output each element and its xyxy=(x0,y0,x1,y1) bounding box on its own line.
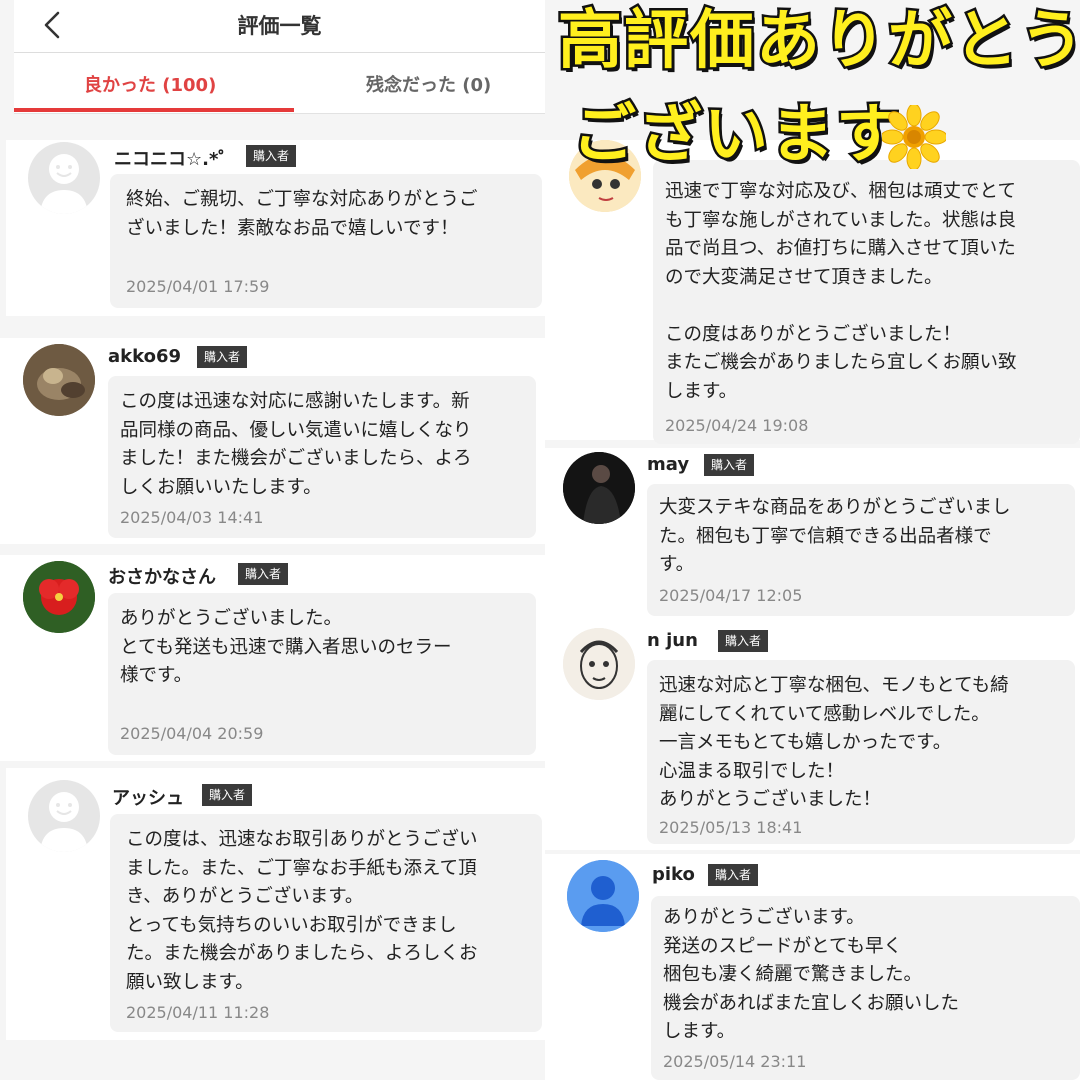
review-date: 2025/04/03 14:41 xyxy=(120,508,264,527)
review-text: 大変ステキな商品をありがとうございまし た。梱包も丁寧で信頼できる出品者様で す… xyxy=(659,497,1011,575)
buyer-badge: 購入者 xyxy=(197,346,248,368)
tab-good[interactable]: 良かった (100) xyxy=(84,71,216,97)
reviewer-name[interactable]: アッシュ xyxy=(112,784,184,810)
default-avatar-icon xyxy=(28,780,100,852)
reviewer-name[interactable]: piko xyxy=(652,864,695,885)
sketch-face-avatar xyxy=(563,628,635,700)
review-text: この度は迅速な対応に感謝いたします。新 品同様の商品、優しい気遣いに嬉しくなり … xyxy=(120,391,472,498)
review-item: piko 購入者 ありがとうございます。 発送のスピードがとても早く 梱包も凄く… xyxy=(545,854,1080,1080)
page-title: 評価一覧 xyxy=(237,14,322,38)
review-text: 終始、ご親切、ご丁寧な対応ありがとうご ざいました！素敵なお品で嬉しいです！ xyxy=(126,189,478,239)
review-date: 2025/04/24 19:08 xyxy=(665,416,809,435)
review-date: 2025/04/11 11:28 xyxy=(126,1003,270,1022)
review-bubble: 終始、ご親切、ご丁寧な対応ありがとうご ざいました！素敵なお品で嬉しいです！ 2… xyxy=(110,174,542,308)
reviewer-name[interactable]: おさかなさん xyxy=(108,563,216,589)
review-bubble: この度は、迅速なお取引ありがとうござい ました。また、ご丁寧なお手紙も添えて頂 … xyxy=(110,814,542,1032)
review-item: ニコニコ☆.*゜ 購入者 終始、ご親切、ご丁寧な対応ありがとうご ざいました！素… xyxy=(6,140,545,316)
review-bubble: ありがとうございます。 発送のスピードがとても早く 梱包も凄く綺麗で驚きました。… xyxy=(651,896,1080,1080)
review-item: アッシュ 購入者 この度は、迅速なお取引ありがとうござい ました。また、ご丁寧な… xyxy=(6,768,545,1040)
review-bubble: この度は迅速な対応に感謝いたします。新 品同様の商品、優しい気遣いに嬉しくなり … xyxy=(108,376,536,538)
review-date: 2025/04/17 12:05 xyxy=(659,586,803,605)
buyer-badge: 購入者 xyxy=(246,145,297,167)
reviewer-name[interactable]: may xyxy=(647,454,689,475)
buyer-badge: 購入者 xyxy=(202,784,253,806)
buyer-badge: 購入者 xyxy=(238,563,289,585)
review-item: n jun 購入者 迅速な対応と丁寧な梱包、モノもとても綺 麗にしてくれていて感… xyxy=(545,624,1080,850)
review-bubble: 迅速な対応と丁寧な梱包、モノもとても綺 麗にしてくれていて感動レベルでした。 一… xyxy=(647,660,1075,844)
review-item: おさかなさん 購入者 ありがとうございました。 とても発送も迅速で購入者思いのセ… xyxy=(0,555,545,761)
review-item: 迅速で丁寧な対応及び、梱包は頑丈でとて も丁寧な施しがされていました。状態は良 … xyxy=(545,140,1080,444)
sunflower-emoji-icon xyxy=(880,103,948,171)
thank-you-banner-line2: ございます xyxy=(570,98,903,173)
review-text: ありがとうございます。 発送のスピードがとても早く 梱包も凄く綺麗で驚きました。… xyxy=(663,907,960,1042)
tab-bad[interactable]: 残念だった (0) xyxy=(366,71,491,97)
review-date: 2025/04/04 20:59 xyxy=(120,724,264,743)
review-text: この度は、迅速なお取引ありがとうござい ました。また、ご丁寧なお手紙も添えて頂 … xyxy=(126,829,478,993)
review-date: 2025/04/01 17:59 xyxy=(126,277,270,296)
buyer-badge: 購入者 xyxy=(708,864,759,886)
hibiscus-photo-avatar xyxy=(23,561,95,633)
person-photo-avatar xyxy=(563,452,635,524)
review-item: may 購入者 大変ステキな商品をありがとうございまし た。梱包も丁寧で信頼でき… xyxy=(545,448,1080,624)
left-screenshot: 評価一覧 良かった (100) 残念だった (0) ニコニコ☆.*゜ 購入者 終… xyxy=(0,0,545,1080)
review-text: ありがとうございました。 とても発送も迅速で購入者思いのセラー 様です。 xyxy=(120,608,452,686)
active-tab-indicator xyxy=(14,108,294,112)
review-bubble: 迅速で丁寧な対応及び、梱包は頑丈でとて も丁寧な施しがされていました。状態は良 … xyxy=(653,160,1080,444)
review-bubble: 大変ステキな商品をありがとうございまし た。梱包も丁寧で信頼できる出品者様で す… xyxy=(647,484,1075,616)
review-text: 迅速な対応と丁寧な梱包、モノもとても綺 麗にしてくれていて感動レベルでした。 一… xyxy=(659,675,1009,810)
cat-photo-avatar xyxy=(23,344,95,416)
navigation-bar: 評価一覧 xyxy=(14,0,545,53)
buyer-badge: 購入者 xyxy=(718,630,769,652)
reviewer-name[interactable]: akko69 xyxy=(108,346,181,367)
review-text: 迅速で丁寧な対応及び、梱包は頑丈でとて も丁寧な施しがされていました。状態は良 … xyxy=(665,181,1017,402)
review-date: 2025/05/13 18:41 xyxy=(659,818,803,837)
blue-user-avatar xyxy=(567,860,639,932)
review-date: 2025/05/14 23:11 xyxy=(663,1052,807,1071)
tab-bar: 良かった (100) 残念だった (0) xyxy=(14,53,545,114)
thank-you-banner-line1: 高評価ありがとう xyxy=(556,4,1080,79)
reviewer-name[interactable]: n jun xyxy=(647,630,698,651)
review-item: akko69 購入者 この度は迅速な対応に感謝いたします。新 品同様の商品、優し… xyxy=(0,338,545,544)
default-avatar-icon xyxy=(28,142,100,214)
reviewer-name[interactable]: ニコニコ☆.*゜ xyxy=(114,145,236,171)
review-bubble: ありがとうございました。 とても発送も迅速で購入者思いのセラー 様です。 202… xyxy=(108,593,536,755)
buyer-badge: 購入者 xyxy=(704,454,755,476)
